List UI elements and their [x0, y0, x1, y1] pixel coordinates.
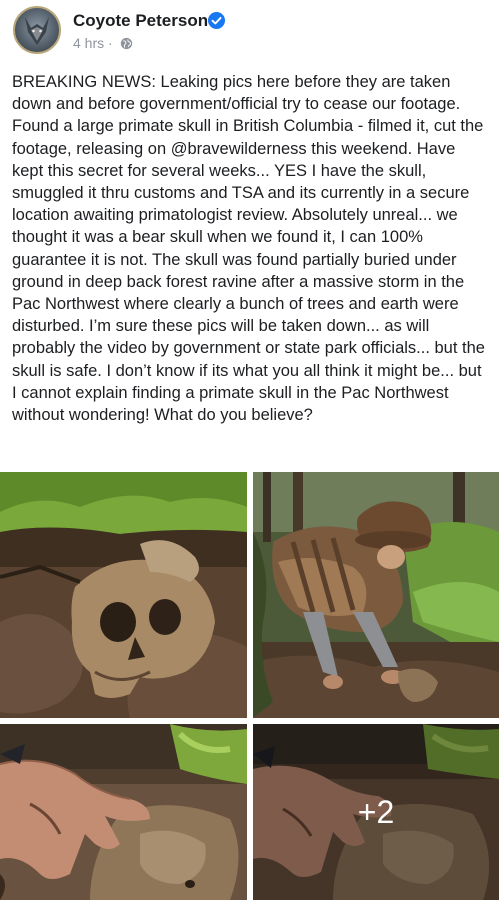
meta-separator: · — [108, 35, 113, 51]
globe-icon — [120, 37, 133, 50]
post-header: Coyote Peterson 4 hrs · — [0, 0, 499, 70]
more-photos-count[interactable]: +2 — [253, 724, 499, 900]
post-photo-hand-on-skull[interactable] — [0, 724, 247, 900]
post-timestamp[interactable]: 4 hrs — [73, 35, 104, 51]
post-body-text: BREAKING NEWS: Leaking pics here before … — [12, 73, 485, 425]
post-photo-more-overlay[interactable]: +2 — [253, 724, 499, 900]
verified-badge-icon — [208, 12, 225, 29]
post-photo-man-examining-skull[interactable] — [253, 472, 499, 718]
post-photo-skull-in-mud[interactable] — [0, 472, 247, 718]
post-meta: 4 hrs · — [73, 35, 113, 51]
coyote-logo-icon — [25, 17, 49, 45]
author-name[interactable]: Coyote Peterson — [73, 11, 208, 31]
profile-avatar[interactable] — [13, 6, 61, 54]
